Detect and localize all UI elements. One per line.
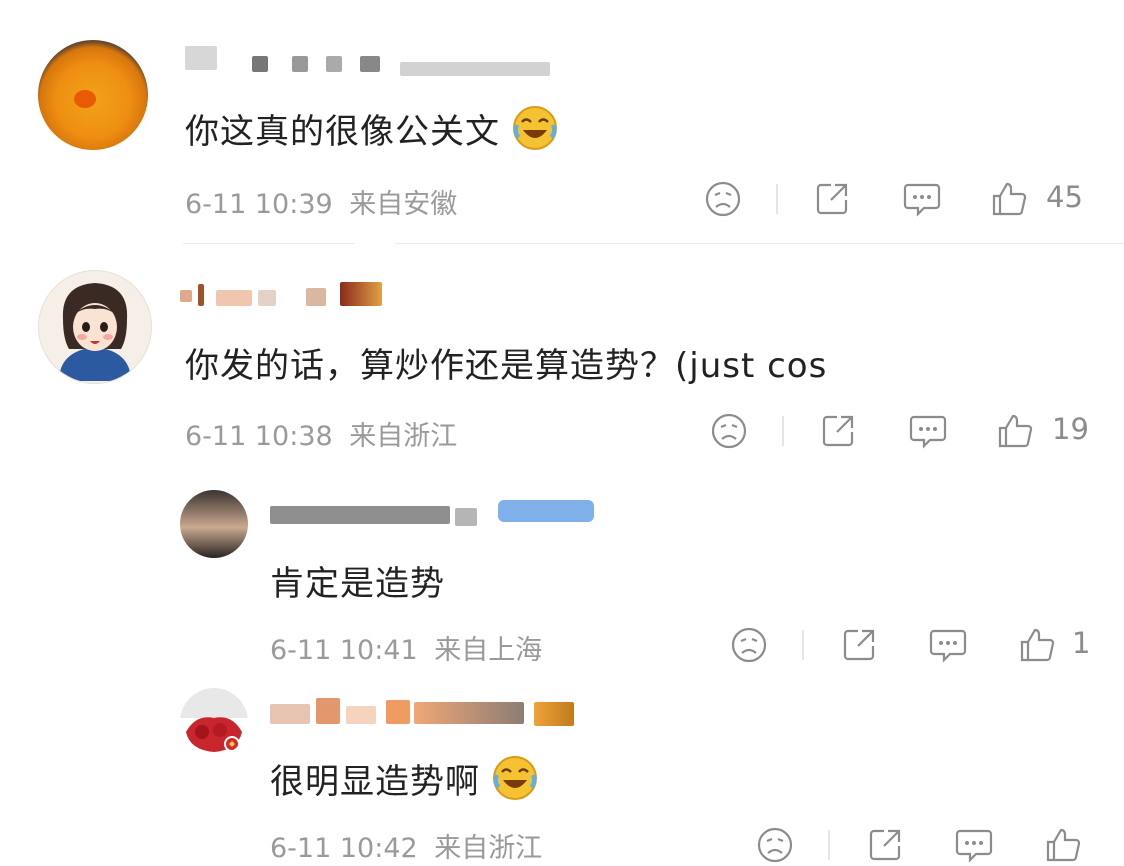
share-icon[interactable]	[813, 180, 851, 218]
comment-actions: 19	[706, 412, 1106, 452]
comment-text: 肯定是造势	[270, 564, 445, 604]
share-icon[interactable]	[840, 626, 878, 664]
comment-bubble-icon[interactable]	[908, 412, 948, 450]
comment-location: 来自安徽	[349, 189, 458, 220]
comment-location: 来自浙江	[349, 421, 458, 452]
avatar[interactable]	[38, 270, 152, 384]
share-icon[interactable]	[866, 826, 904, 864]
comment-time: 6-11 10:38	[185, 421, 333, 452]
avatar[interactable]	[38, 40, 148, 150]
comment-actions	[752, 826, 1112, 866]
action-divider	[802, 630, 804, 660]
like-count: 45	[1046, 180, 1083, 214]
comment-actions: 45	[700, 180, 1100, 220]
thumbs-up-icon[interactable]	[1018, 626, 1058, 664]
like-count: 19	[1052, 412, 1089, 446]
comment-location: 来自上海	[434, 635, 543, 666]
divider	[183, 243, 355, 244]
frown-face-icon[interactable]	[710, 412, 748, 450]
action-divider	[828, 830, 830, 860]
frown-face-icon[interactable]	[730, 626, 768, 664]
comment-actions: 1	[726, 626, 1106, 666]
comment-time: 6-11 10:39	[185, 189, 333, 220]
cartoon-girl-avatar-icon	[39, 271, 151, 383]
thumbs-up-icon[interactable]	[996, 412, 1036, 450]
comment-bubble-icon[interactable]	[954, 826, 994, 864]
thumbs-up-icon[interactable]	[1044, 826, 1084, 864]
comment-time: 6-11 10:41	[270, 635, 418, 666]
thumbs-up-icon[interactable]	[990, 180, 1030, 218]
frown-face-icon[interactable]	[756, 826, 794, 864]
laugh-cry-emoji	[492, 756, 537, 800]
comment-location: 来自浙江	[434, 833, 543, 864]
avatar[interactable]	[180, 688, 248, 756]
comment-text: 你发的话，算炒作还是算造势？(just cos	[185, 346, 828, 386]
comment-bubble-icon[interactable]	[928, 626, 968, 664]
action-divider	[782, 416, 784, 446]
action-divider	[776, 184, 778, 214]
comment-text: 你这真的很像公关文	[185, 112, 500, 152]
divider	[395, 243, 1124, 244]
comment-text: 很明显造势啊	[270, 762, 480, 802]
share-icon[interactable]	[819, 412, 857, 450]
comment-bubble-icon[interactable]	[902, 180, 942, 218]
frown-face-icon[interactable]	[704, 180, 742, 218]
roses-avatar-icon	[180, 688, 248, 756]
laugh-cry-emoji	[512, 106, 557, 150]
comment-time: 6-11 10:42	[270, 833, 418, 864]
avatar[interactable]	[180, 490, 248, 558]
like-count: 1	[1072, 626, 1091, 660]
